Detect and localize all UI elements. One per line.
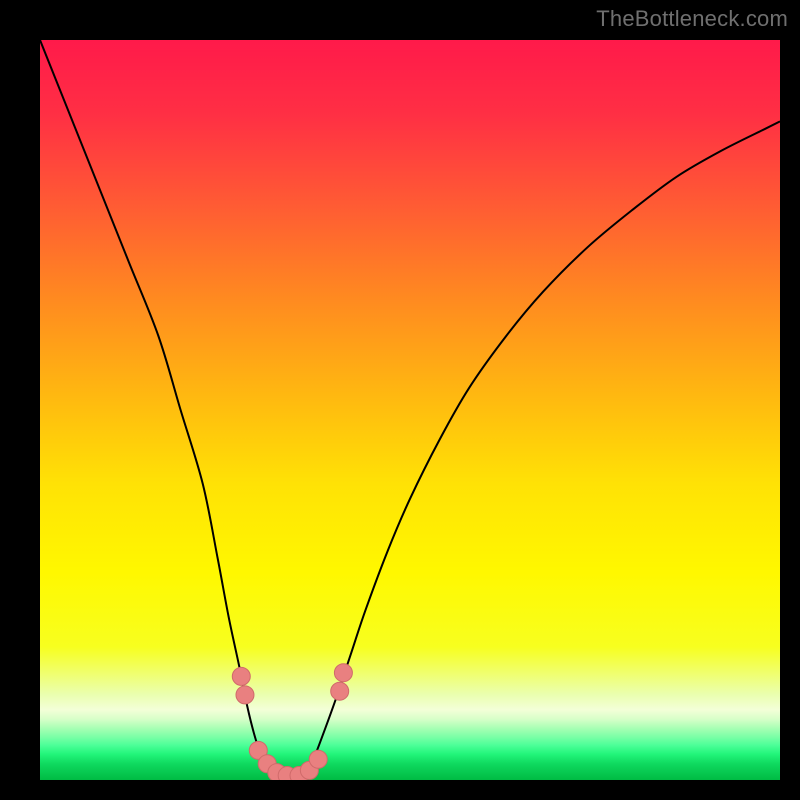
data-marker <box>236 686 254 704</box>
data-marker <box>331 682 349 700</box>
data-marker <box>232 667 250 685</box>
bottleneck-curve <box>40 40 780 779</box>
data-marker <box>309 750 327 768</box>
data-marker <box>334 664 352 682</box>
chart-frame: TheBottleneck.com <box>0 0 800 800</box>
chart-svg <box>40 40 780 780</box>
plot-area <box>40 40 780 780</box>
watermark-text: TheBottleneck.com <box>596 6 788 32</box>
